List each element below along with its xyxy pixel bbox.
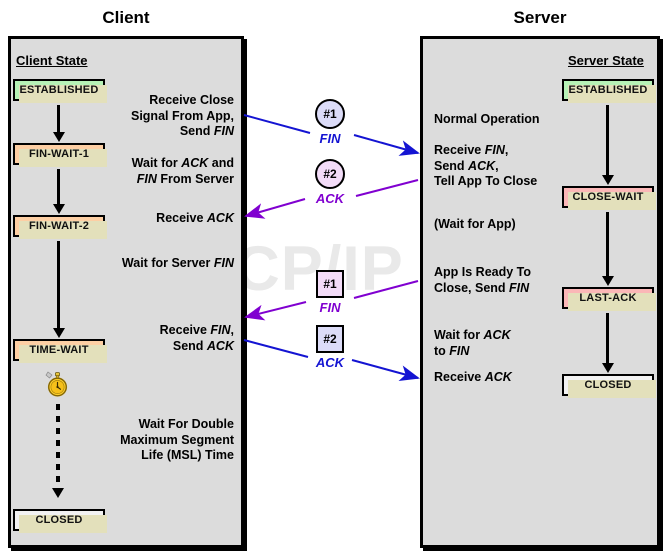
server-transition-arrow-1 xyxy=(601,105,614,185)
client-transition-arrow-2 xyxy=(52,169,65,214)
client-transition-arrow-1 xyxy=(52,105,65,142)
diagram-canvas: The TCP/IP Guide Client Server Client St… xyxy=(0,0,666,556)
server-desc-5: Wait for ACK to FIN xyxy=(434,328,511,358)
client-desc-3: Receive ACK xyxy=(156,211,234,225)
server-state-established: ESTABLISHED xyxy=(562,79,656,103)
server-desc-2: Receive FIN, Send ACK, Tell App To Close xyxy=(434,143,538,188)
server-desc-6: Receive ACK xyxy=(434,370,512,384)
client-state-time-wait: TIME-WAIT xyxy=(13,339,107,363)
client-desc-2: Wait for ACK and FIN From Server xyxy=(131,156,234,186)
client-desc-1: Receive Close Signal From App, Send FIN xyxy=(130,93,234,138)
server-transition-arrow-2 xyxy=(601,212,614,286)
message-badge-1: #1 xyxy=(315,99,345,129)
server-state-header: Server State xyxy=(568,53,644,68)
server-transition-arrow-3 xyxy=(601,313,614,373)
stopwatch-icon xyxy=(45,371,68,397)
message-label-fin-2: FIN xyxy=(319,300,341,315)
client-state-closed: CLOSED xyxy=(13,509,107,533)
message-badge-3: #1 xyxy=(316,270,344,298)
client-desc-4: Wait for Server FIN xyxy=(121,256,234,270)
client-desc-5: Receive FIN, Send ACK xyxy=(159,323,234,353)
client-state-fin-wait-2: FIN-WAIT-2 xyxy=(13,215,107,239)
client-desc-6: Wait For Double Maximum Segment Life (MSL)… xyxy=(120,417,234,462)
message-badge-2: #2 xyxy=(315,159,345,189)
client-state-fin-wait-1: FIN-WAIT-1 xyxy=(13,143,107,167)
server-desc-4: App Is Ready To Close, Send FIN xyxy=(434,265,532,295)
client-transition-arrow-3 xyxy=(52,241,65,338)
client-state-established: ESTABLISHED xyxy=(13,79,107,103)
client-column-title: Client xyxy=(102,8,150,27)
message-badge-4: #2 xyxy=(316,325,344,353)
message-label-ack-2: ACK xyxy=(315,355,345,370)
message-label-fin-1: FIN xyxy=(319,131,341,146)
server-desc-1: Normal Operation xyxy=(434,112,540,126)
client-msl-wait-dotted-arrow xyxy=(51,404,64,498)
server-column-title: Server xyxy=(513,8,567,27)
message-label-ack-1: ACK xyxy=(315,191,345,206)
server-desc-3: (Wait for App) xyxy=(434,217,516,231)
client-state-header: Client State xyxy=(16,53,88,68)
